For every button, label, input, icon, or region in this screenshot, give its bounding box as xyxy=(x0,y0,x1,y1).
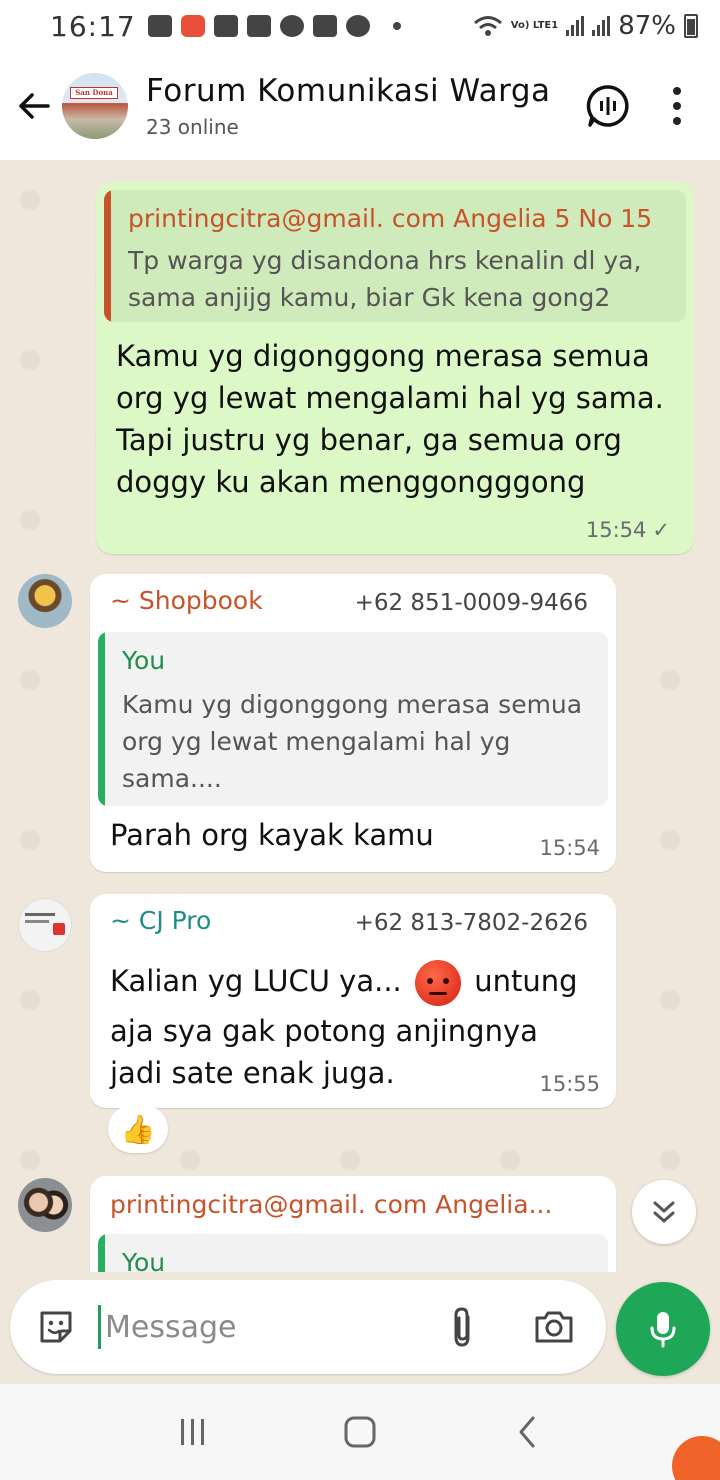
member-avatar[interactable] xyxy=(18,898,72,952)
sender-name[interactable]: ~ CJ Pro xyxy=(110,906,211,935)
gift-icon xyxy=(213,15,238,37)
shield-icon xyxy=(312,15,337,37)
message-composer xyxy=(10,1280,606,1374)
quote-line: org yg lewat mengalami hal yg xyxy=(122,727,511,756)
attach-button[interactable] xyxy=(436,1297,488,1357)
app-notification-icon xyxy=(180,15,205,37)
scroll-to-bottom-button[interactable] xyxy=(632,1180,696,1244)
incoming-message[interactable]: ~ CJ Pro +62 813-7802-2626 Kalian yg LUC… xyxy=(90,894,616,1108)
voice-message-button[interactable] xyxy=(616,1282,710,1376)
back-arrow-icon xyxy=(19,93,50,119)
message-notification-icon xyxy=(147,15,172,37)
quoted-message[interactable]: You xyxy=(98,1234,608,1272)
message-text-line: aja sya gak potong anjingnya xyxy=(110,1014,538,1048)
message-time: 15:55 xyxy=(539,1072,600,1096)
online-count: 23 online xyxy=(146,115,239,139)
network-type-label: Vo) LTE1 xyxy=(510,20,559,31)
sender-name[interactable]: ~ Shopbook xyxy=(110,586,263,615)
more-options-button[interactable] xyxy=(662,74,692,138)
app-icon-2 xyxy=(345,15,370,37)
incoming-message[interactable]: ~ Shopbook +62 851-0009-9466 You Kamu yg… xyxy=(90,574,616,872)
quote-author: You xyxy=(122,646,166,675)
message-text-line: Kalian yg LUCU ya... untung xyxy=(110,956,578,1006)
reaction-badge[interactable]: 👍 xyxy=(108,1105,168,1153)
status-bar: 16:17 Vo) LTE1 87% xyxy=(0,0,720,52)
member-avatar[interactable] xyxy=(18,574,72,628)
message-input[interactable] xyxy=(98,1305,418,1349)
voice-chat-button[interactable] xyxy=(576,74,640,138)
battery-percent: 87% xyxy=(618,11,676,41)
quote-line: Kamu yg digonggong merasa semua xyxy=(122,690,583,719)
outgoing-message[interactable]: printingcitra@gmail. com Angelia 5 No 15… xyxy=(96,182,694,554)
angry-face-emoji-icon xyxy=(415,960,461,1006)
more-notifications-dot-icon xyxy=(392,22,401,30)
time-label: 15:54 xyxy=(585,518,647,542)
menu-dot-icon xyxy=(673,102,681,110)
camera-icon xyxy=(535,1311,573,1343)
app-icon xyxy=(279,15,304,37)
group-avatar[interactable]: San Dona xyxy=(62,73,128,139)
quote-author: printingcitra@gmail. com Angelia 5 No 15 xyxy=(128,204,653,233)
microphone-icon xyxy=(650,1312,676,1348)
voice-chat-icon xyxy=(586,85,629,127)
signal-icon-2 xyxy=(592,16,611,36)
sticker-icon xyxy=(40,1311,72,1343)
sender-name[interactable]: printingcitra@gmail. com Angelia... xyxy=(110,1190,552,1219)
recent-apps-icon xyxy=(181,1419,205,1445)
avatar-logo-mark-icon xyxy=(53,923,65,935)
member-avatar[interactable] xyxy=(18,1178,72,1232)
thumbs-up-icon: 👍 xyxy=(120,1112,156,1146)
message-text-part: untung xyxy=(474,964,578,998)
chat-title: Forum Komunikasi Warga xyxy=(146,73,551,109)
message-time: 15:54 xyxy=(539,836,600,860)
message-text-line: Tapi justru yg benar, ga semua org xyxy=(116,423,622,457)
signal-icon xyxy=(566,16,585,36)
paperclip-icon xyxy=(454,1307,470,1347)
quoted-message[interactable]: printingcitra@gmail. com Angelia 5 No 15… xyxy=(104,190,686,322)
recent-apps-button[interactable] xyxy=(163,1402,223,1462)
menu-dot-icon xyxy=(673,117,681,125)
sent-check-icon: ✓ xyxy=(652,518,670,542)
quote-line: sama anjijg kamu, biar Gk kena gong2 xyxy=(128,283,611,312)
quote-line: sama.... xyxy=(122,764,222,793)
message-text-line: jadi sate enak juga. xyxy=(110,1056,395,1090)
double-chevron-down-icon xyxy=(653,1201,675,1223)
system-navigation-bar xyxy=(0,1384,720,1480)
avatar-sign-text: San Dona xyxy=(70,87,118,99)
home-button[interactable] xyxy=(330,1402,390,1462)
message-text: Parah org kayak kamu xyxy=(110,818,434,852)
quoted-message[interactable]: You Kamu yg digonggong merasa semua org … xyxy=(98,632,608,806)
youtube-icon xyxy=(246,15,271,37)
status-time: 16:17 xyxy=(50,9,136,43)
camera-button[interactable] xyxy=(524,1297,584,1357)
battery-icon xyxy=(684,14,698,38)
message-text-line: org yg lewat mengalami hal yg sama. xyxy=(116,381,664,415)
chat-info[interactable]: Forum Komunikasi Warga 23 online xyxy=(146,73,551,139)
chat-header: San Dona Forum Komunikasi Warga 23 onlin… xyxy=(0,52,720,160)
home-icon xyxy=(344,1416,376,1448)
message-text-line: doggy ku akan menggongggong xyxy=(116,465,586,499)
sender-phone: +62 851-0009-9466 xyxy=(354,590,588,616)
header-actions xyxy=(576,74,720,138)
message-text-line: Kamu yg digonggong merasa semua xyxy=(116,339,650,373)
chat-messages[interactable]: printingcitra@gmail. com Angelia 5 No 15… xyxy=(0,160,720,1272)
sender-phone: +62 813-7802-2626 xyxy=(354,910,588,936)
message-time: 15:54 ✓ xyxy=(586,518,670,542)
quote-line: Tp warga yg disandona hrs kenalin dl ya, xyxy=(128,246,642,275)
incoming-message[interactable]: printingcitra@gmail. com Angelia... You xyxy=(90,1176,616,1272)
back-chevron-icon xyxy=(519,1416,535,1448)
wifi-icon xyxy=(473,16,502,36)
menu-dot-icon xyxy=(673,87,681,95)
avatar-logo-icon xyxy=(25,913,55,916)
back-nav-button[interactable] xyxy=(497,1402,557,1462)
sticker-button[interactable] xyxy=(26,1297,86,1357)
quote-author: You xyxy=(122,1248,166,1272)
system-status: Vo) LTE1 87% xyxy=(473,11,698,41)
notification-icons xyxy=(147,15,415,37)
avatar-logo-icon-line xyxy=(25,920,49,923)
message-text-part: Kalian yg LUCU ya... xyxy=(110,964,402,998)
back-button[interactable] xyxy=(2,74,66,138)
